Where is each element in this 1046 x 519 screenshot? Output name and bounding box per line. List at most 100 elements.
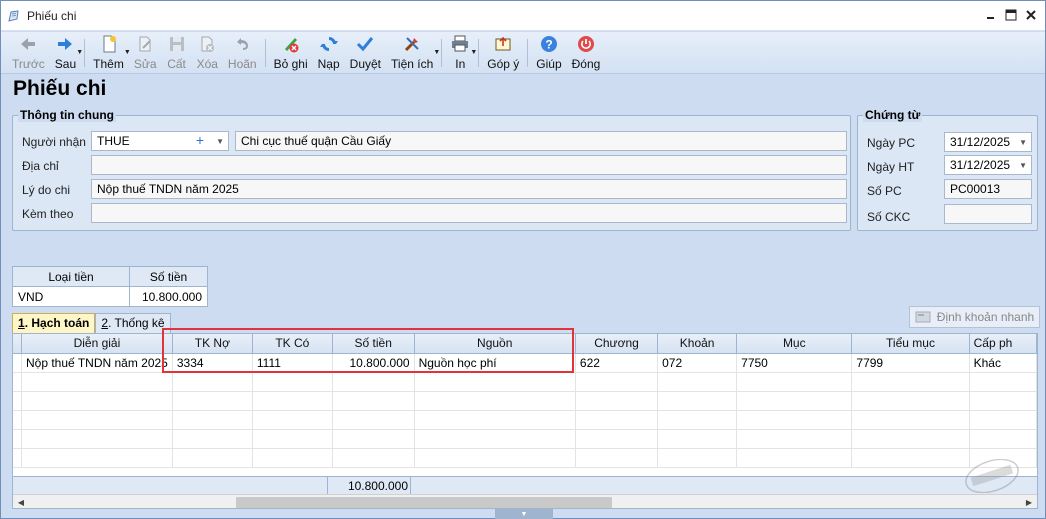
date-ht-field[interactable]: 31/12/2025 ▼: [944, 155, 1032, 175]
so-ckc-field[interactable]: [944, 204, 1032, 224]
date-pc-field[interactable]: 31/12/2025 ▼: [944, 132, 1032, 152]
page-title: Phiếu chi: [13, 77, 107, 100]
table-cell[interactable]: Khác: [969, 353, 1037, 373]
voucher-title: Chứng từ: [863, 108, 923, 122]
tab-statistics-key: 2: [101, 316, 109, 330]
print-dropdown-icon[interactable]: ▼: [470, 49, 477, 56]
unpost-button[interactable]: Bỏ ghi: [269, 32, 313, 74]
quick-entry-button[interactable]: Định khoản nhanh: [909, 306, 1040, 328]
address-field[interactable]: [91, 155, 847, 175]
undo-icon: [237, 38, 249, 50]
horizontal-scrollbar[interactable]: ◀ ▶: [13, 494, 1037, 508]
scroll-right-icon[interactable]: ▶: [1022, 496, 1036, 508]
table-row[interactable]: [13, 429, 1037, 449]
scroll-left-icon[interactable]: ◀: [14, 496, 28, 508]
table-row[interactable]: [13, 372, 1037, 392]
column-header[interactable]: Số tiền: [332, 334, 415, 354]
tab-statistics[interactable]: 2. Thống kê: [95, 313, 171, 333]
undo-button[interactable]: Hoãn: [223, 32, 262, 74]
chevron-down-icon[interactable]: ▼: [216, 137, 224, 146]
reload-button[interactable]: Nạp: [313, 32, 345, 74]
table-row[interactable]: Nộp thuế TNDN năm 2025 3334 1111 10.800.…: [13, 353, 1037, 373]
reload-icon: [319, 37, 338, 51]
approve-button[interactable]: Duyệt: [345, 32, 386, 74]
next-button[interactable]: Sau ▼: [50, 32, 83, 74]
window-title: Phiếu chi: [27, 8, 77, 23]
recipient-code-value: THUE: [97, 134, 130, 148]
column-header[interactable]: Khoản: [657, 334, 738, 354]
voucher-group: Chứng từ Ngày PC 31/12/2025 ▼ Ngày HT 31…: [857, 108, 1038, 231]
chevron-down-icon: ▼: [520, 510, 528, 518]
date-ht-label: Ngày HT: [867, 160, 915, 174]
watermark-stamp: [965, 459, 1019, 493]
maximize-button[interactable]: [1003, 7, 1019, 23]
table-cell[interactable]: 10.800.000: [332, 353, 415, 373]
column-header[interactable]: TK Nợ: [172, 334, 253, 354]
reason-field[interactable]: Nộp thuế TNDN năm 2025: [91, 179, 847, 199]
row-indicator: [13, 353, 22, 373]
utilities-button[interactable]: Tiện ích ▼: [386, 32, 440, 74]
minimize-icon: [987, 17, 994, 19]
table-cell[interactable]: Nộp thuế TNDN năm 2025: [21, 353, 173, 373]
column-header[interactable]: Diễn giải: [21, 334, 173, 354]
utilities-dropdown-icon[interactable]: ▼: [433, 49, 440, 56]
toolbar-separator: [441, 39, 443, 67]
amount-total: 10.800.000: [327, 477, 411, 494]
currency-amount-cell[interactable]: 10.800.000: [129, 286, 208, 307]
column-header[interactable]: Mục: [736, 334, 853, 354]
close-form-button[interactable]: Đóng: [567, 32, 606, 74]
next-dropdown-icon[interactable]: ▼: [76, 49, 83, 56]
grid-total-row: 10.800.000: [13, 476, 1037, 494]
attach-field[interactable]: [91, 203, 847, 223]
column-header[interactable]: Cấp ph: [969, 334, 1037, 354]
currency-type-cell[interactable]: VND: [12, 286, 130, 307]
feedback-button[interactable]: Góp ý: [482, 32, 524, 74]
so-pc-field[interactable]: PC00013: [944, 179, 1032, 199]
column-header[interactable]: Tiểu mục: [851, 334, 970, 354]
column-header[interactable]: Chương: [575, 334, 659, 354]
tab-statistics-label: Thống kê: [114, 316, 165, 330]
so-ckc-label: Số CKC: [867, 210, 911, 224]
scrollbar-thumb[interactable]: [236, 497, 612, 508]
row-indicator-header: [13, 334, 22, 354]
save-button[interactable]: Cất: [162, 32, 192, 74]
back-button[interactable]: Trước: [7, 32, 50, 74]
chevron-down-icon[interactable]: ▼: [1019, 138, 1027, 147]
add-recipient-icon[interactable]: +: [196, 132, 204, 148]
table-cell[interactable]: 7799: [851, 353, 970, 373]
table-cell[interactable]: 7750: [736, 353, 853, 373]
tab-accounting[interactable]: 1. Hạch toán: [12, 313, 96, 333]
close-window-button[interactable]: [1023, 7, 1039, 23]
chevron-down-icon[interactable]: ▼: [1019, 161, 1027, 170]
help-button[interactable]: ? Giúp: [531, 32, 566, 74]
currency-amount-header: Số tiền: [129, 266, 208, 287]
add-button[interactable]: Thêm ▼: [88, 32, 131, 74]
table-row[interactable]: [13, 448, 1037, 468]
edit-button[interactable]: Sửa: [129, 32, 162, 74]
table-cell[interactable]: 622: [575, 353, 659, 373]
panel-collapse-handle[interactable]: ▼: [495, 509, 553, 519]
recipient-code-combo[interactable]: THUE + ▼: [91, 131, 229, 151]
edit-icon: [139, 36, 151, 52]
save-icon: [169, 37, 184, 51]
table-row[interactable]: [13, 391, 1037, 411]
address-label: Địa chỉ: [22, 159, 59, 173]
minimize-button[interactable]: [983, 7, 999, 23]
arrow-right-icon: [58, 38, 73, 50]
accounting-grid: Diễn giải TK Nợ TK Có Số tiền Nguồn Chươ…: [12, 333, 1038, 509]
grid-header-row: Diễn giải TK Nợ TK Có Số tiền Nguồn Chươ…: [13, 334, 1037, 354]
delete-icon: [201, 36, 215, 52]
delete-button[interactable]: Xóa: [192, 32, 223, 74]
recipient-name-field[interactable]: Chi cục thuế quận Cầu Giấy: [235, 131, 847, 151]
table-cell[interactable]: 1111: [252, 353, 333, 373]
table-cell[interactable]: 3334: [172, 353, 253, 373]
column-header[interactable]: TK Có: [252, 334, 333, 354]
column-header[interactable]: Nguồn: [414, 334, 576, 354]
print-button[interactable]: In ▼: [445, 32, 477, 74]
general-info-group: Thông tin chung Người nhận THUE + ▼ Chi …: [12, 108, 851, 231]
table-row[interactable]: [13, 410, 1037, 430]
table-cell[interactable]: 072: [657, 353, 738, 373]
help-icon: ?: [540, 36, 557, 52]
table-cell[interactable]: Nguồn học phí: [414, 353, 576, 373]
toolbar-separator: [264, 39, 266, 67]
